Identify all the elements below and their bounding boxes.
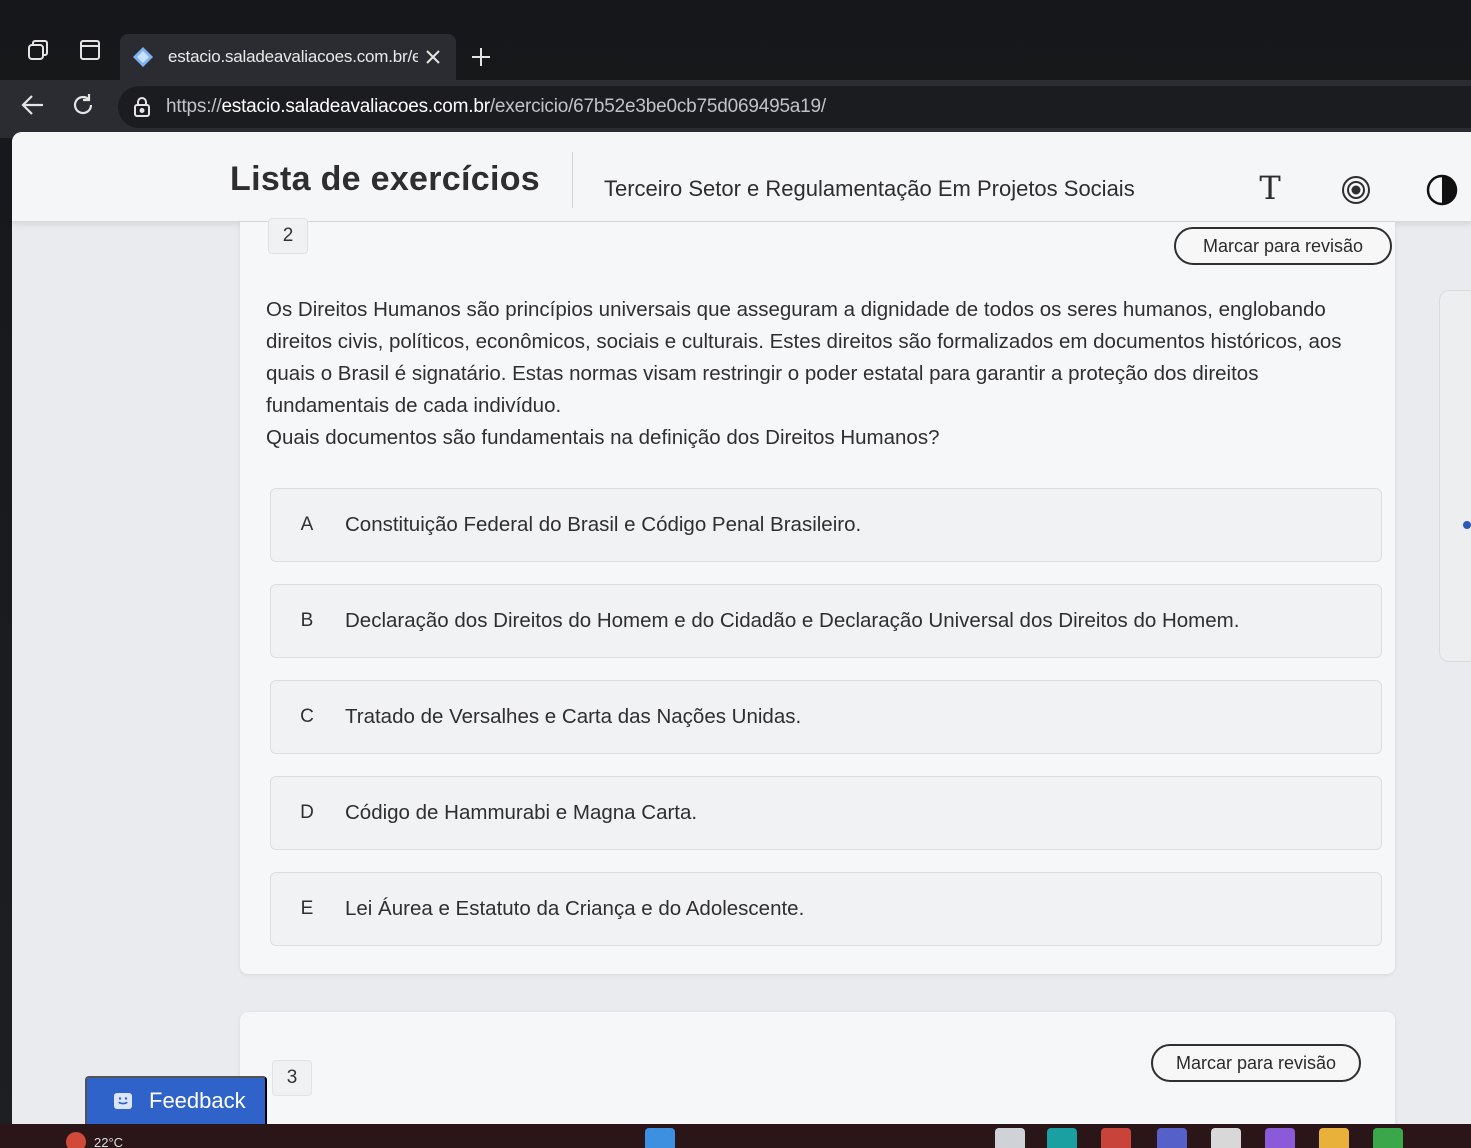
answer-option-b[interactable]: B Declaração dos Direitos do Homem e do … — [270, 584, 1382, 658]
browser-tab[interactable]: estacio.saladeavaliacoes.com.br/e — [120, 34, 456, 80]
answer-text: Código de Hammurabi e Magna Carta. — [345, 801, 698, 824]
xbox-icon[interactable] — [1373, 1128, 1403, 1148]
course-name: Terceiro Setor e Regulamentação Em Proje… — [604, 176, 1135, 201]
answer-option-c[interactable]: C Tratado de Versalhes e Carta das Naçõe… — [270, 680, 1382, 754]
workspaces-icon[interactable] — [22, 34, 54, 66]
start-icon[interactable] — [645, 1128, 675, 1148]
copilot-icon[interactable] — [1265, 1128, 1295, 1148]
feedback-label: Feedback — [149, 1088, 246, 1113]
address-bar[interactable]: https://estacio.saladeavaliacoes.com.br/… — [118, 86, 1471, 128]
answer-letter: D — [300, 802, 314, 823]
taskbar — [0, 1124, 1471, 1148]
mark-for-review-button[interactable]: Marcar para revisão — [1174, 227, 1392, 265]
accessibility-icon[interactable] — [1338, 172, 1374, 208]
page-viewport: Lista de exercícios Terceiro Setor e Reg… — [12, 132, 1471, 1124]
side-panel[interactable] — [1439, 290, 1471, 662]
site-header: Lista de exercícios Terceiro Setor e Reg… — [12, 132, 1471, 222]
teams-icon[interactable] — [1157, 1128, 1187, 1148]
question-card: 2 Marcar para revisão Os Direitos Humano… — [240, 218, 1395, 974]
plus-icon[interactable] — [466, 42, 496, 72]
question-statement: Os Direitos Humanos são princípios unive… — [266, 298, 1342, 417]
question-prompt: Quais documentos são fundamentais na def… — [266, 426, 940, 449]
font-size-glyph: T — [1259, 169, 1281, 207]
question-number: 2 — [268, 218, 308, 254]
font-size-icon[interactable]: T — [1252, 169, 1288, 207]
favicon-icon — [132, 46, 154, 68]
contrast-icon[interactable] — [1424, 172, 1460, 208]
weather-widget[interactable]: 22°C — [66, 1132, 123, 1148]
feedback-button[interactable]: Feedback — [85, 1076, 267, 1124]
app-icon[interactable] — [995, 1128, 1025, 1148]
weather-temperature: 22°C — [94, 1134, 124, 1148]
close-icon[interactable] — [422, 46, 444, 68]
mark-for-review-button[interactable]: Marcar para revisão — [1151, 1044, 1361, 1082]
store-icon[interactable] — [1211, 1128, 1241, 1148]
header-divider — [572, 152, 573, 208]
answer-text: Lei Áurea e Estatuto da Criança e do Ado… — [345, 897, 805, 920]
answer-option-d[interactable]: D Código de Hammurabi e Magna Carta. — [270, 776, 1382, 850]
mail-icon[interactable] — [1101, 1128, 1131, 1148]
answer-letter: B — [300, 610, 314, 631]
feedback-icon — [111, 1089, 135, 1113]
browser-window: estacio.saladeavaliacoes.com.br/e https:… — [0, 0, 1471, 1148]
folder-icon[interactable] — [1319, 1128, 1349, 1148]
answer-option-e[interactable]: E Lei Áurea e Estatuto da Criança e do A… — [270, 872, 1382, 946]
lock-icon[interactable] — [132, 96, 152, 118]
question-text: Os Direitos Humanos são princípios unive… — [266, 294, 1356, 454]
edge-icon[interactable] — [1047, 1128, 1077, 1148]
weather-icon — [66, 1132, 86, 1148]
answer-text: Constituição Federal do Brasil e Código … — [345, 513, 862, 536]
answer-text: Tratado de Versalhes e Carta das Nações … — [345, 705, 802, 728]
side-panel-indicator — [1463, 521, 1471, 529]
answer-letter: E — [300, 898, 314, 919]
url-text[interactable]: https://estacio.saladeavaliacoes.com.br/… — [166, 96, 826, 118]
answer-letter: C — [300, 706, 314, 727]
page-title: Lista de exercícios — [230, 160, 540, 198]
answer-letter: A — [300, 514, 314, 535]
answer-text: Declaração dos Direitos do Homem e do Ci… — [345, 609, 1240, 632]
reload-icon[interactable] — [66, 88, 100, 122]
arrow-left-icon[interactable] — [16, 88, 50, 122]
question-card: 3 Marcar para revisão — [240, 1012, 1395, 1124]
question-number: 3 — [272, 1060, 312, 1096]
tab-title: estacio.saladeavaliacoes.com.br/e — [168, 47, 418, 66]
answer-option-a[interactable]: A Constituição Federal do Brasil e Códig… — [270, 488, 1382, 562]
tab-actions-icon[interactable] — [74, 34, 106, 66]
